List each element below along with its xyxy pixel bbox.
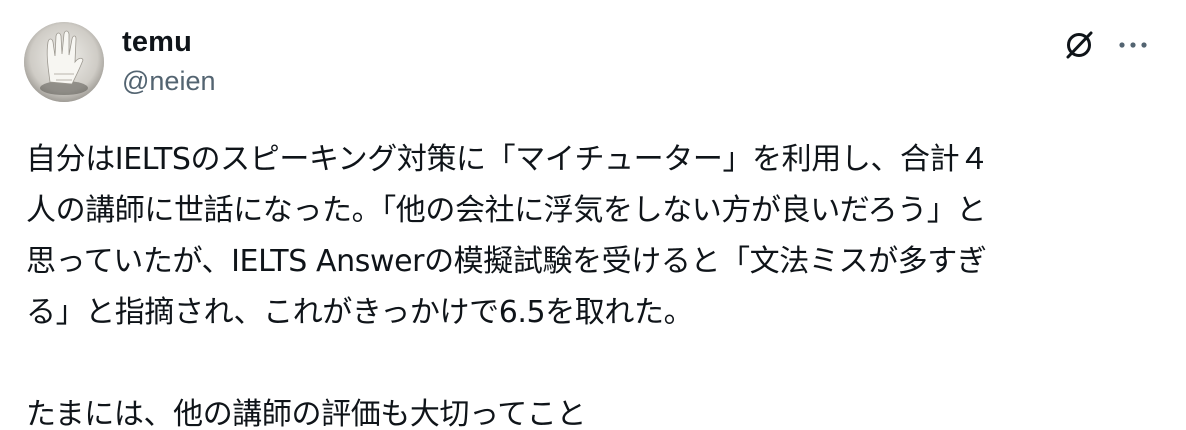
user-handle[interactable]: @neien xyxy=(122,63,215,99)
user-info: temu @neien xyxy=(122,24,215,99)
post-text-line: る」と指摘され、これがきっかけで6.5を取れた。 xyxy=(26,295,694,330)
avatar-image xyxy=(24,22,104,102)
post-text-line: 人の講師に世話になった。「他の会社に浮気をしない方が良いだろう」と xyxy=(26,193,986,228)
post-text: 自分はIELTSのスピーキング対策に「マイチューター」を利用し、合計４ 人の講師… xyxy=(26,134,1166,430)
post-text-line: たまには、他の講師の評価も大切ってこと xyxy=(26,397,586,430)
avatar[interactable] xyxy=(24,22,104,102)
more-options-icon[interactable] xyxy=(1118,40,1148,50)
post-actions xyxy=(1062,28,1148,62)
post-card: temu @neien 自分はIELTSのスピーキング対策に「マイチューター」を… xyxy=(0,0,1186,430)
display-name[interactable]: temu xyxy=(122,24,215,60)
post-text-line: 思っていたが、IELTS Answerの模擬試験を受けると「文法ミスが多すぎ xyxy=(26,244,987,279)
x-premium-slash-icon[interactable] xyxy=(1062,28,1096,62)
post-text-line: 自分はIELTSのスピーキング対策に「マイチューター」を利用し、合計４ xyxy=(26,142,989,177)
